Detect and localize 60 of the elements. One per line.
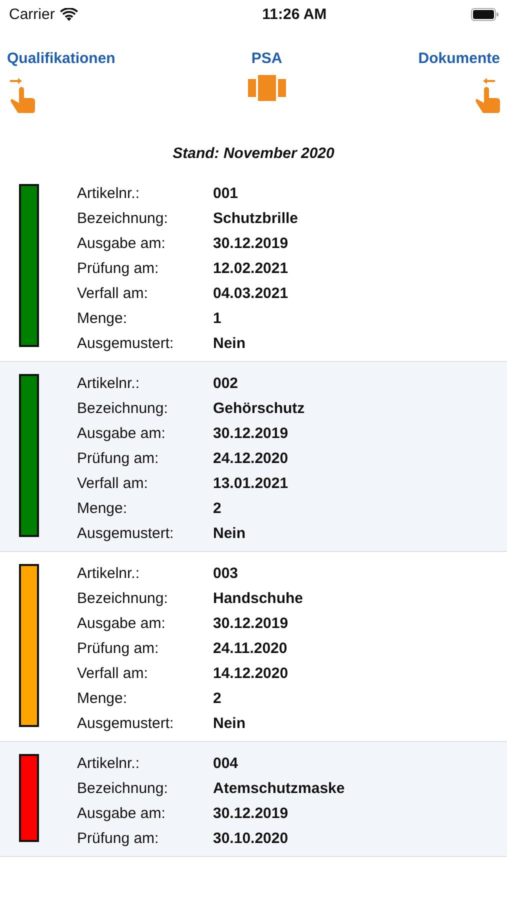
field-label: Prüfung am: — [77, 829, 160, 848]
field-value: Nein — [213, 334, 247, 353]
documents-link[interactable]: Dokumente — [418, 50, 500, 67]
field-label: Bezeichnung: — [77, 399, 169, 418]
field-value: 30.12.2019 — [213, 614, 290, 633]
battery-icon — [470, 8, 499, 20]
carousel-icon — [248, 75, 286, 101]
field-value: 30.10.2020 — [213, 829, 290, 848]
field-value: 1 — [213, 309, 222, 328]
field-value: Gehörschutz — [213, 399, 305, 418]
field-value: Handschuhe — [213, 589, 304, 608]
field-value: 30.12.2019 — [213, 234, 290, 253]
field-value: 24.12.2020 — [213, 449, 290, 468]
field-value: 30.12.2019 — [213, 424, 290, 443]
field-label: Ausgabe am: — [77, 804, 166, 823]
field-label: Artikelnr.: — [77, 564, 141, 583]
field-label: Menge: — [77, 499, 128, 518]
field-label: Prüfung am: — [77, 449, 160, 468]
field-value: Schutzbrille — [213, 209, 298, 228]
field-value: Atemschutzmaske — [213, 779, 345, 798]
field-value: 14.12.2020 — [213, 664, 290, 683]
field-label: Artikelnr.: — [77, 184, 141, 203]
field-label: Ausgemustert: — [77, 524, 175, 543]
field-label: Artikelnr.: — [77, 374, 141, 393]
field-label: Bezeichnung: — [77, 589, 169, 608]
field-label: Ausgabe am: — [77, 234, 166, 253]
field-label: Ausgabe am: — [77, 614, 166, 633]
field-value: 30.12.2019 — [213, 804, 290, 823]
field-label: Menge: — [77, 309, 128, 328]
qualifications-link[interactable]: Qualifikationen — [7, 50, 116, 67]
field-value: 24.11.2020 — [213, 639, 288, 658]
page-title: PSA — [251, 50, 282, 67]
field-label: Verfall am: — [77, 474, 149, 493]
status-date: Stand: November 2020 — [172, 145, 336, 162]
field-label: Menge: — [77, 689, 128, 708]
field-value: 001 — [213, 184, 240, 203]
wifi-icon — [60, 8, 78, 20]
field-value: 2 — [213, 689, 222, 708]
field-value: Nein — [213, 714, 247, 733]
field-value: 002 — [213, 374, 240, 393]
field-label: Artikelnr.: — [77, 754, 141, 773]
swipe-right-icon — [7, 75, 37, 115]
field-label: Prüfung am: — [77, 259, 160, 278]
clock-time: 11:26 AM — [262, 6, 327, 22]
field-label: Prüfung am: — [77, 639, 160, 658]
field-value: 13.01.2021 — [213, 474, 290, 493]
field-value: 004 — [213, 754, 240, 773]
field-label: Ausgemustert: — [77, 334, 175, 353]
field-label: Verfall am: — [77, 284, 149, 303]
field-label: Ausgemustert: — [77, 714, 175, 733]
field-value: 2 — [213, 499, 222, 518]
field-label: Ausgabe am: — [77, 424, 166, 443]
carrier-label: Carrier — [9, 6, 55, 22]
field-value: 003 — [213, 564, 240, 583]
field-label: Verfall am: — [77, 664, 149, 683]
field-label: Bezeichnung: — [77, 209, 169, 228]
field-value: 12.02.2021 — [213, 259, 290, 278]
field-value: Nein — [213, 524, 247, 543]
field-value: 04.03.2021 — [213, 284, 290, 303]
field-label: Bezeichnung: — [77, 779, 169, 798]
